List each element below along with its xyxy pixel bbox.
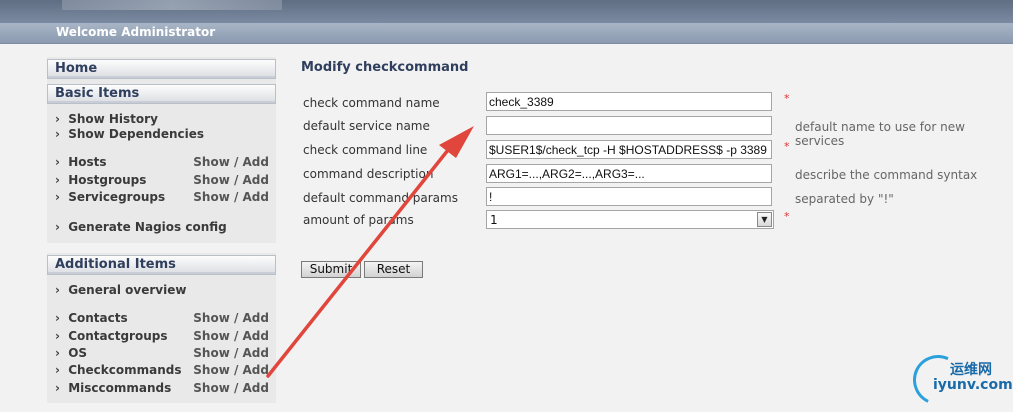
submit-button[interactable]: Submit bbox=[301, 261, 361, 278]
sidebar-item-contactgroups[interactable]: › Contactgroups Show / Add bbox=[55, 329, 269, 344]
chevron-right-icon: › bbox=[55, 381, 60, 395]
show-add-link[interactable]: Show / Add bbox=[193, 381, 269, 396]
default-service-name-label: default service name bbox=[303, 119, 430, 133]
chevron-right-icon: › bbox=[55, 363, 60, 377]
required-mark: * bbox=[784, 92, 790, 105]
sidebar-item-label: Generate Nagios config bbox=[68, 220, 227, 234]
sidebar-home-link[interactable]: Home bbox=[47, 59, 276, 79]
sidebar-item-label: General overview bbox=[68, 283, 187, 297]
required-mark: * bbox=[784, 140, 790, 153]
default-service-name-hint: default name to use for new services bbox=[795, 120, 965, 148]
default-command-params-input[interactable] bbox=[486, 187, 772, 206]
command-description-input[interactable] bbox=[486, 164, 772, 183]
sidebar-item-show-history[interactable]: › Show History bbox=[55, 112, 269, 127]
sidebar-item-checkcommands[interactable]: › Checkcommands Show / Add bbox=[55, 363, 269, 378]
reset-button[interactable]: Reset bbox=[364, 261, 423, 278]
logo bbox=[62, 0, 282, 10]
show-add-link[interactable]: Show / Add bbox=[193, 363, 269, 378]
sidebar-item-label: Checkcommands bbox=[68, 363, 182, 377]
chevron-right-icon: › bbox=[55, 127, 60, 141]
default-command-params-hint: separated by "!" bbox=[795, 192, 894, 206]
show-add-link[interactable]: Show / Add bbox=[193, 173, 269, 188]
chevron-right-icon: › bbox=[55, 173, 60, 187]
sidebar-item-label: OS bbox=[68, 346, 88, 360]
sidebar-item-label: Contacts bbox=[68, 311, 128, 325]
chevron-right-icon: › bbox=[55, 346, 60, 360]
sidebar-item-label: Hosts bbox=[68, 155, 107, 169]
default-command-params-label: default command params bbox=[303, 191, 458, 205]
watermark-text: 运维网 bbox=[950, 362, 992, 378]
welcome-text: Welcome Administrator bbox=[56, 25, 216, 39]
chevron-right-icon: › bbox=[55, 311, 60, 325]
show-add-link[interactable]: Show / Add bbox=[193, 329, 269, 344]
sidebar-item-label: Hostgroups bbox=[68, 173, 147, 187]
chevron-right-icon: › bbox=[55, 155, 60, 169]
sidebar-item-os[interactable]: › OS Show / Add bbox=[55, 346, 269, 361]
sidebar-item-general-overview[interactable]: › General overview bbox=[55, 283, 269, 298]
sidebar-item-label: Show Dependencies bbox=[68, 127, 205, 141]
default-service-name-input[interactable] bbox=[486, 116, 772, 135]
sidebar-basic: Home Basic Items › Show History › Show D… bbox=[47, 57, 276, 243]
amount-of-params-label: amount of params bbox=[303, 213, 414, 227]
sidebar-item-servicegroups[interactable]: › Servicegroups Show / Add bbox=[55, 190, 269, 205]
show-add-link[interactable]: Show / Add bbox=[193, 311, 269, 326]
sidebar-additional: Additional Items › General overview › Co… bbox=[47, 253, 276, 403]
selected-value: 1 bbox=[490, 213, 498, 227]
sidebar-item-hosts[interactable]: › Hosts Show / Add bbox=[55, 155, 269, 170]
chevron-right-icon: › bbox=[55, 112, 60, 126]
watermark-url: iyunv.com bbox=[933, 377, 1013, 393]
sidebar-basic-title: Basic Items bbox=[47, 84, 276, 104]
amount-of-params-select[interactable]: 1 ▼ bbox=[486, 210, 774, 229]
page-title: Modify checkcommand bbox=[301, 60, 469, 75]
welcome-bar: Welcome Administrator bbox=[0, 23, 1013, 44]
sidebar-item-generate-config[interactable]: › Generate Nagios config bbox=[55, 220, 269, 235]
dropdown-arrow-icon[interactable]: ▼ bbox=[757, 212, 772, 227]
check-command-name-label: check command name bbox=[303, 96, 440, 110]
sidebar-additional-title: Additional Items bbox=[47, 255, 276, 275]
sidebar-item-misccommands[interactable]: › Misccommands Show / Add bbox=[55, 381, 269, 396]
check-command-name-input[interactable] bbox=[486, 92, 772, 111]
show-add-link[interactable]: Show / Add bbox=[193, 155, 269, 170]
sidebar-item-label: Show History bbox=[68, 112, 158, 126]
show-add-link[interactable]: Show / Add bbox=[193, 190, 269, 205]
command-description-label: command description bbox=[303, 167, 434, 181]
command-description-hint: describe the command syntax bbox=[795, 168, 978, 182]
chevron-right-icon: › bbox=[55, 329, 60, 343]
sidebar-item-label: Contactgroups bbox=[68, 329, 168, 343]
sidebar-item-show-dependencies[interactable]: › Show Dependencies bbox=[55, 127, 269, 142]
top-banner bbox=[0, 0, 1013, 23]
sidebar-item-label: Misccommands bbox=[68, 381, 172, 395]
chevron-right-icon: › bbox=[55, 283, 60, 297]
sidebar-item-label: Servicegroups bbox=[68, 190, 166, 204]
sidebar-item-hostgroups[interactable]: › Hostgroups Show / Add bbox=[55, 173, 269, 188]
required-mark: * bbox=[784, 210, 790, 223]
chevron-right-icon: › bbox=[55, 190, 60, 204]
sidebar-item-contacts[interactable]: › Contacts Show / Add bbox=[55, 311, 269, 326]
chevron-right-icon: › bbox=[55, 220, 60, 234]
show-add-link[interactable]: Show / Add bbox=[193, 346, 269, 361]
check-command-line-input[interactable] bbox=[486, 140, 772, 159]
check-command-line-label: check command line bbox=[303, 143, 428, 157]
